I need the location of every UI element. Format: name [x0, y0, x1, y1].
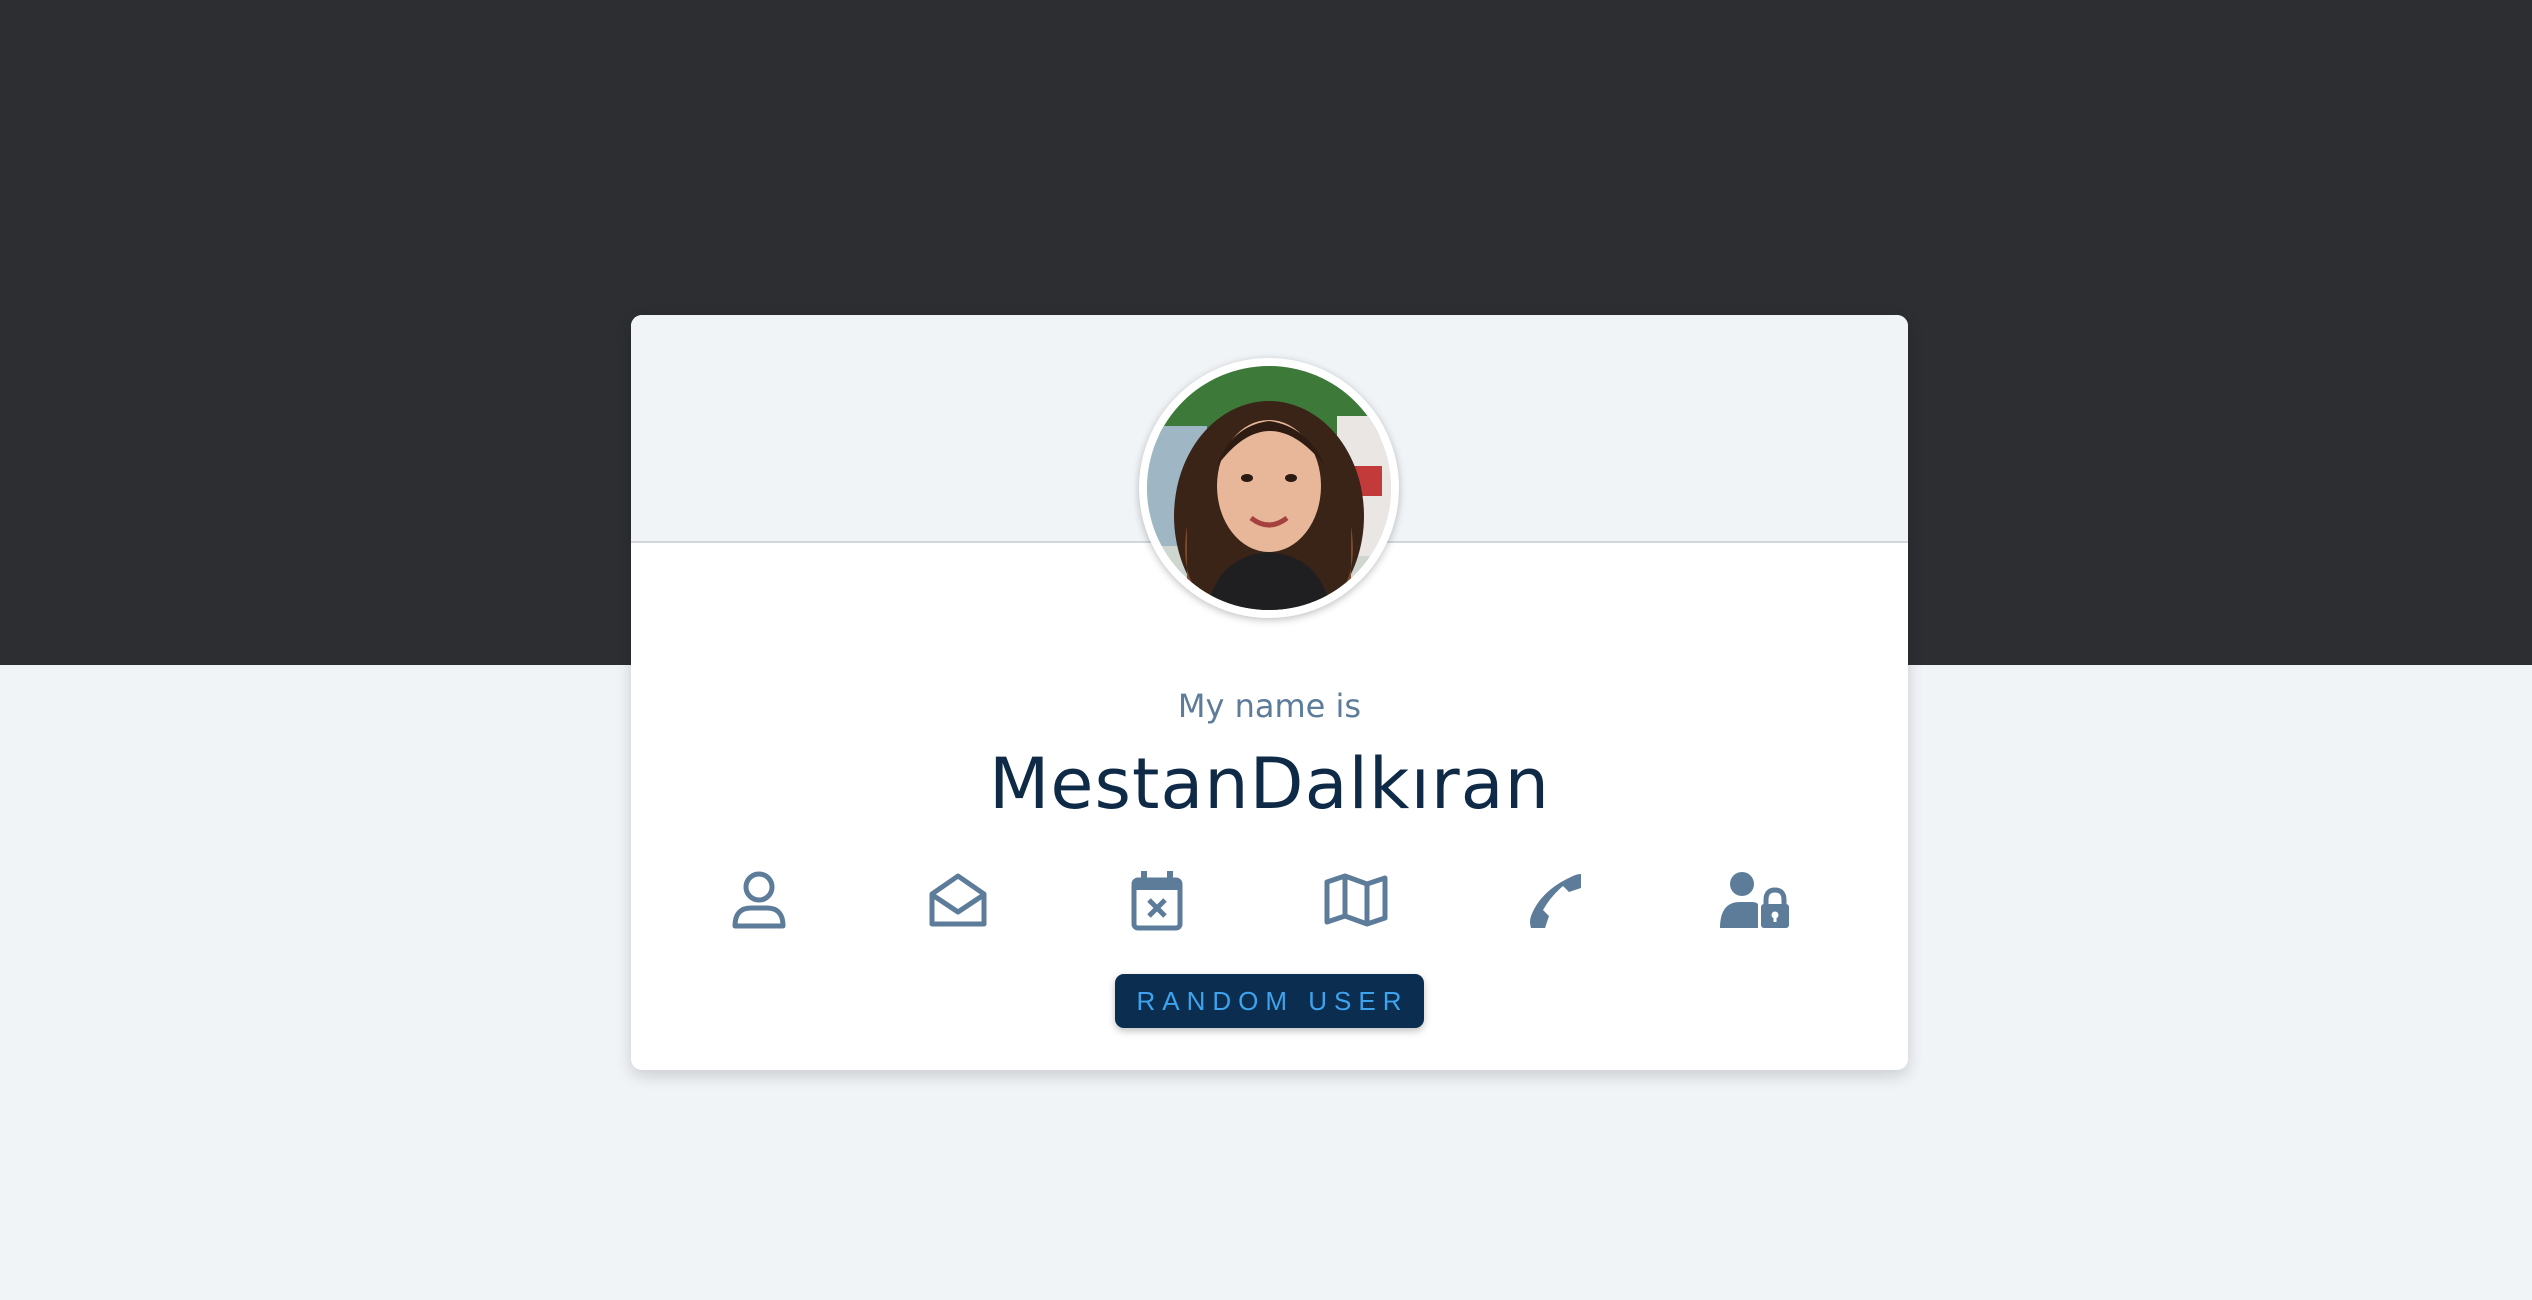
user-card: My name is MestanDalkıran RANDOM USER: [631, 315, 1908, 1070]
random-user-button[interactable]: RANDOM USER: [1115, 974, 1424, 1028]
map-icon[interactable]: [1316, 860, 1396, 940]
avatar: [1139, 358, 1399, 618]
envelope-open-icon[interactable]: [918, 860, 998, 940]
phone-icon[interactable]: [1515, 860, 1595, 940]
user-lock-icon[interactable]: [1714, 860, 1794, 940]
calendar-x-icon[interactable]: [1117, 860, 1197, 940]
info-icon-row: [719, 860, 1819, 940]
avatar-photo: [1147, 366, 1391, 610]
user-icon[interactable]: [719, 860, 799, 940]
user-name: MestanDalkıran: [989, 743, 1550, 825]
name-subtitle: My name is: [1177, 687, 1362, 725]
